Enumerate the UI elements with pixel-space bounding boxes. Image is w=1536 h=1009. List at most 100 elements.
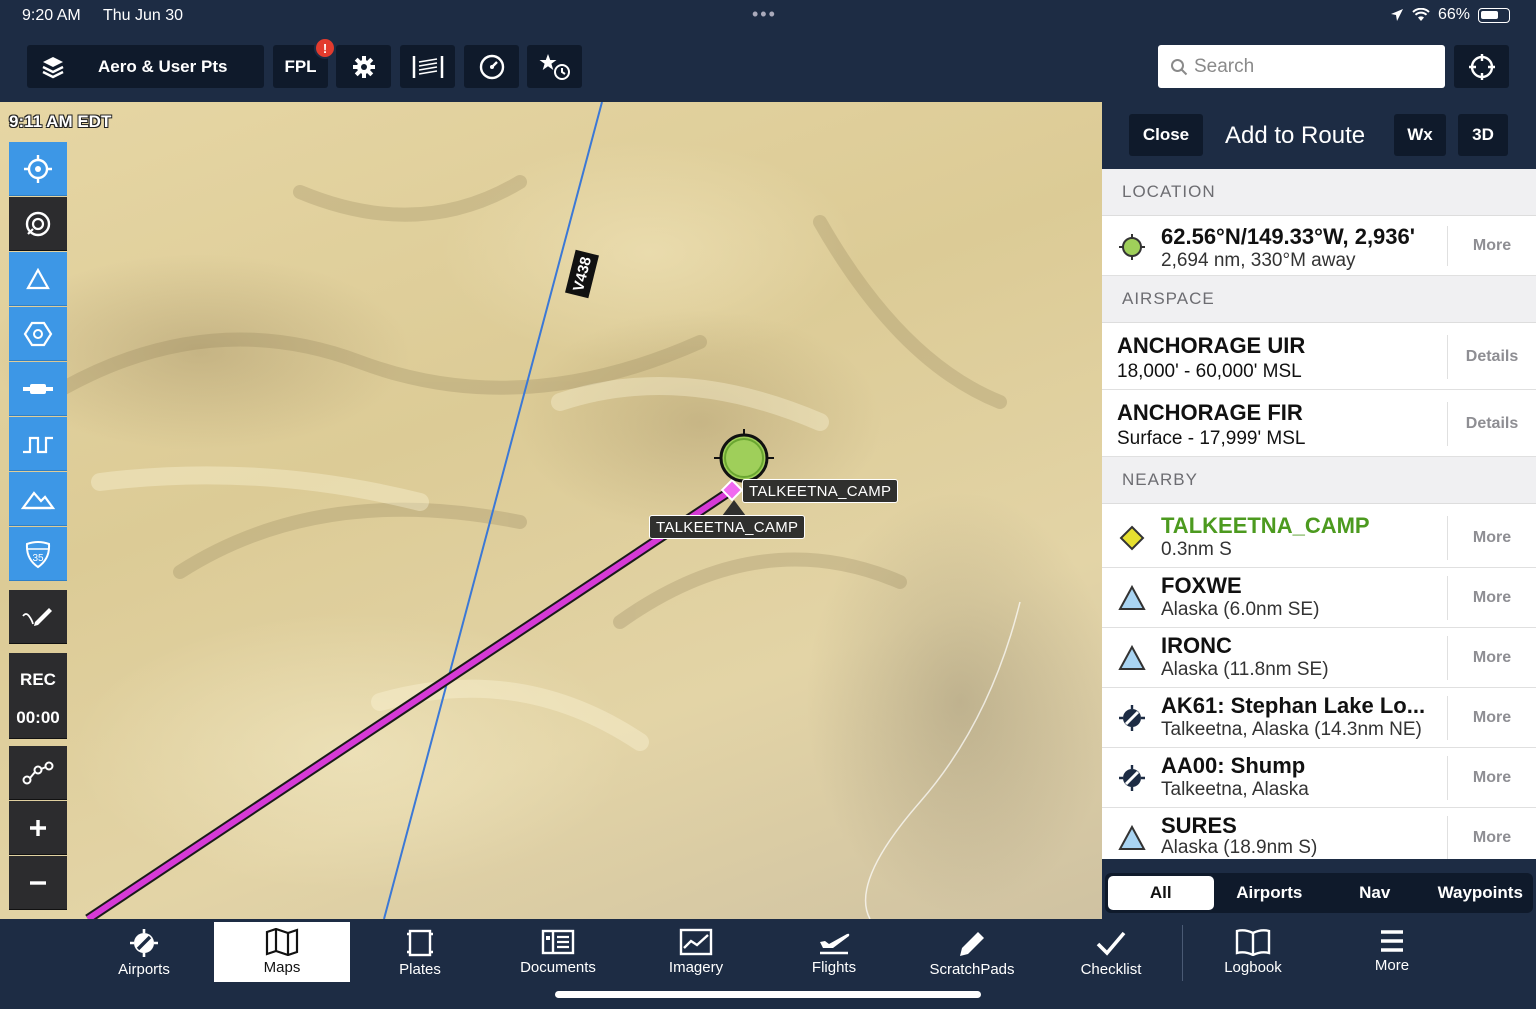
recents-button[interactable] bbox=[527, 45, 582, 88]
triangle-icon bbox=[26, 267, 50, 289]
tab-divider bbox=[1182, 925, 1183, 981]
airway-filter-button[interactable]: 35 bbox=[9, 527, 67, 581]
layers-icon bbox=[42, 56, 64, 78]
close-button[interactable]: Close bbox=[1129, 114, 1203, 156]
location-arrow-icon bbox=[1390, 9, 1403, 21]
nearby-detail: Talkeetna, Alaska (14.3nm NE) bbox=[1161, 719, 1422, 740]
nearby-row[interactable]: SURES Alaska (18.9nm S) More bbox=[1102, 808, 1536, 859]
nearby-more-button[interactable]: More bbox=[1447, 756, 1536, 800]
tab-maps[interactable]: Maps bbox=[214, 922, 350, 982]
airspace-details-button[interactable]: Details bbox=[1447, 335, 1536, 379]
nearby-detail: Alaska (18.9nm S) bbox=[1161, 837, 1318, 858]
track-up-button[interactable] bbox=[9, 142, 67, 196]
nearby-name: SURES bbox=[1161, 813, 1237, 838]
top-toolbar: Aero & User Pts FPL ! bbox=[0, 32, 1536, 102]
search-box[interactable] bbox=[1158, 45, 1445, 88]
waypoint-label-secondary[interactable]: TALKEETNA_CAMP bbox=[649, 515, 806, 539]
nearby-more-button[interactable]: More bbox=[1447, 576, 1536, 620]
airspace-filter-button[interactable] bbox=[9, 417, 67, 471]
tab-plates[interactable]: Plates bbox=[352, 922, 488, 982]
imagery-icon bbox=[679, 928, 713, 956]
layers-button[interactable]: Aero & User Pts bbox=[27, 45, 264, 88]
tab-label: Flights bbox=[811, 959, 857, 976]
documents-icon bbox=[541, 929, 575, 955]
settings-button[interactable] bbox=[336, 45, 391, 88]
location-row[interactable]: 62.56°N/149.33°W, 2,936' 2,694 nm, 330°M… bbox=[1102, 216, 1536, 276]
search-input[interactable] bbox=[1194, 55, 1434, 78]
filter-segmented-control: All Airports Nav Waypoints bbox=[1102, 859, 1536, 919]
pencil-draw-icon bbox=[22, 607, 52, 626]
3d-button[interactable]: 3D bbox=[1458, 114, 1508, 156]
map-icon bbox=[265, 928, 299, 956]
zoom-in-button[interactable] bbox=[9, 801, 67, 855]
nearby-row[interactable]: AA00: Shump Talkeetna, Alaska More bbox=[1102, 748, 1536, 808]
route-edit-button[interactable] bbox=[9, 746, 67, 800]
airspace-row[interactable]: ANCHORAGE FIR Surface - 17,999' MSL Deta… bbox=[1102, 390, 1536, 457]
airspace-row[interactable]: ANCHORAGE UIR 18,000' - 60,000' MSL Deta… bbox=[1102, 323, 1536, 390]
gear-icon bbox=[352, 55, 375, 78]
location-distance: 2,694 nm, 330°M away bbox=[1161, 250, 1356, 271]
waypoint-label[interactable]: TALKEETNA_CAMP bbox=[742, 479, 899, 503]
search-icon bbox=[1171, 58, 1188, 75]
tab-flights[interactable]: Flights bbox=[766, 922, 902, 982]
locate-button[interactable] bbox=[1454, 45, 1509, 88]
tab-documents[interactable]: Documents bbox=[490, 922, 626, 982]
airspace-details-button[interactable]: Details bbox=[1447, 402, 1536, 446]
logbook-icon bbox=[1235, 929, 1271, 956]
wx-button[interactable]: Wx bbox=[1394, 114, 1446, 156]
fpl-button[interactable]: FPL ! bbox=[273, 37, 336, 88]
nearby-row[interactable]: IRONC Alaska (11.8nm SE) More bbox=[1102, 628, 1536, 688]
terrain-filter-button[interactable] bbox=[9, 472, 67, 526]
section-airspace: AIRSPACE bbox=[1102, 276, 1536, 323]
tab-more[interactable]: More bbox=[1324, 922, 1460, 982]
location-more-button[interactable]: More bbox=[1447, 226, 1536, 266]
status-right: 66% bbox=[1390, 6, 1510, 24]
zoom-out-button[interactable] bbox=[9, 856, 67, 910]
tab-logbook[interactable]: Logbook bbox=[1185, 922, 1321, 982]
route-line-fill bbox=[86, 487, 734, 919]
draw-button[interactable] bbox=[9, 590, 67, 644]
tab-imagery[interactable]: Imagery bbox=[628, 922, 764, 982]
nearby-row[interactable]: AK61: Stephan Lake Lo... Talkeetna, Alas… bbox=[1102, 688, 1536, 748]
nearby-more-button[interactable]: More bbox=[1447, 816, 1536, 859]
crosshair-icon bbox=[1468, 53, 1495, 80]
add-to-route-panel: Close Add to Route Wx 3D LOCATION 62.56°… bbox=[1102, 102, 1536, 919]
profile-view-button[interactable] bbox=[400, 45, 455, 88]
layers-label: Aero & User Pts bbox=[98, 56, 228, 76]
airspace-icon bbox=[23, 436, 53, 453]
status-date: Thu Jun 30 bbox=[103, 7, 184, 24]
home-indicator[interactable] bbox=[555, 991, 981, 998]
filter-all[interactable]: All bbox=[1108, 876, 1214, 910]
map-view[interactable]: 9:11 AM EDT V438 TALKEETNA_CAMP TALKEETN… bbox=[0, 102, 1102, 919]
instruments-button[interactable] bbox=[464, 45, 519, 88]
filter-waypoints[interactable]: Waypoints bbox=[1428, 873, 1534, 913]
user-waypoint-diamond-icon bbox=[1119, 525, 1145, 551]
filter-airports[interactable]: Airports bbox=[1217, 873, 1323, 913]
nearby-more-button[interactable]: More bbox=[1447, 696, 1536, 740]
airport-filter-button[interactable] bbox=[9, 362, 67, 416]
profile-view-icon bbox=[412, 55, 443, 78]
nearby-row[interactable]: FOXWE Alaska (6.0nm SE) More bbox=[1102, 568, 1536, 628]
tab-label: Airports bbox=[118, 961, 170, 978]
airport-icon bbox=[1119, 765, 1145, 791]
tab-checklist[interactable]: Checklist bbox=[1043, 922, 1179, 982]
fix-filter-button[interactable] bbox=[9, 252, 67, 306]
highway-shield-icon: 35 bbox=[25, 540, 51, 568]
nearby-row[interactable]: TALKEETNA_CAMP 0.3nm S More bbox=[1102, 508, 1536, 568]
location-coords: 62.56°N/149.33°W, 2,936' bbox=[1161, 224, 1415, 249]
nearby-more-button[interactable]: More bbox=[1447, 636, 1536, 680]
nearby-name: FOXWE bbox=[1161, 573, 1242, 598]
tab-scratchpads[interactable]: ScratchPads bbox=[904, 922, 1040, 982]
nearby-name: AA00: Shump bbox=[1161, 753, 1306, 778]
orientation-button[interactable] bbox=[9, 197, 67, 251]
fix-triangle-icon bbox=[1118, 644, 1146, 670]
rec-timer: 00:00 bbox=[9, 697, 67, 739]
vor-filter-button[interactable] bbox=[9, 307, 67, 361]
filter-nav[interactable]: Nav bbox=[1322, 873, 1428, 913]
nearby-more-button[interactable]: More bbox=[1447, 516, 1536, 560]
multitasking-dots-icon[interactable]: ••• bbox=[752, 4, 777, 25]
tab-airports[interactable]: Airports bbox=[76, 922, 212, 982]
airspace-name: ANCHORAGE UIR bbox=[1117, 333, 1306, 358]
battery-icon bbox=[1478, 7, 1510, 23]
compass-icon bbox=[25, 211, 51, 236]
